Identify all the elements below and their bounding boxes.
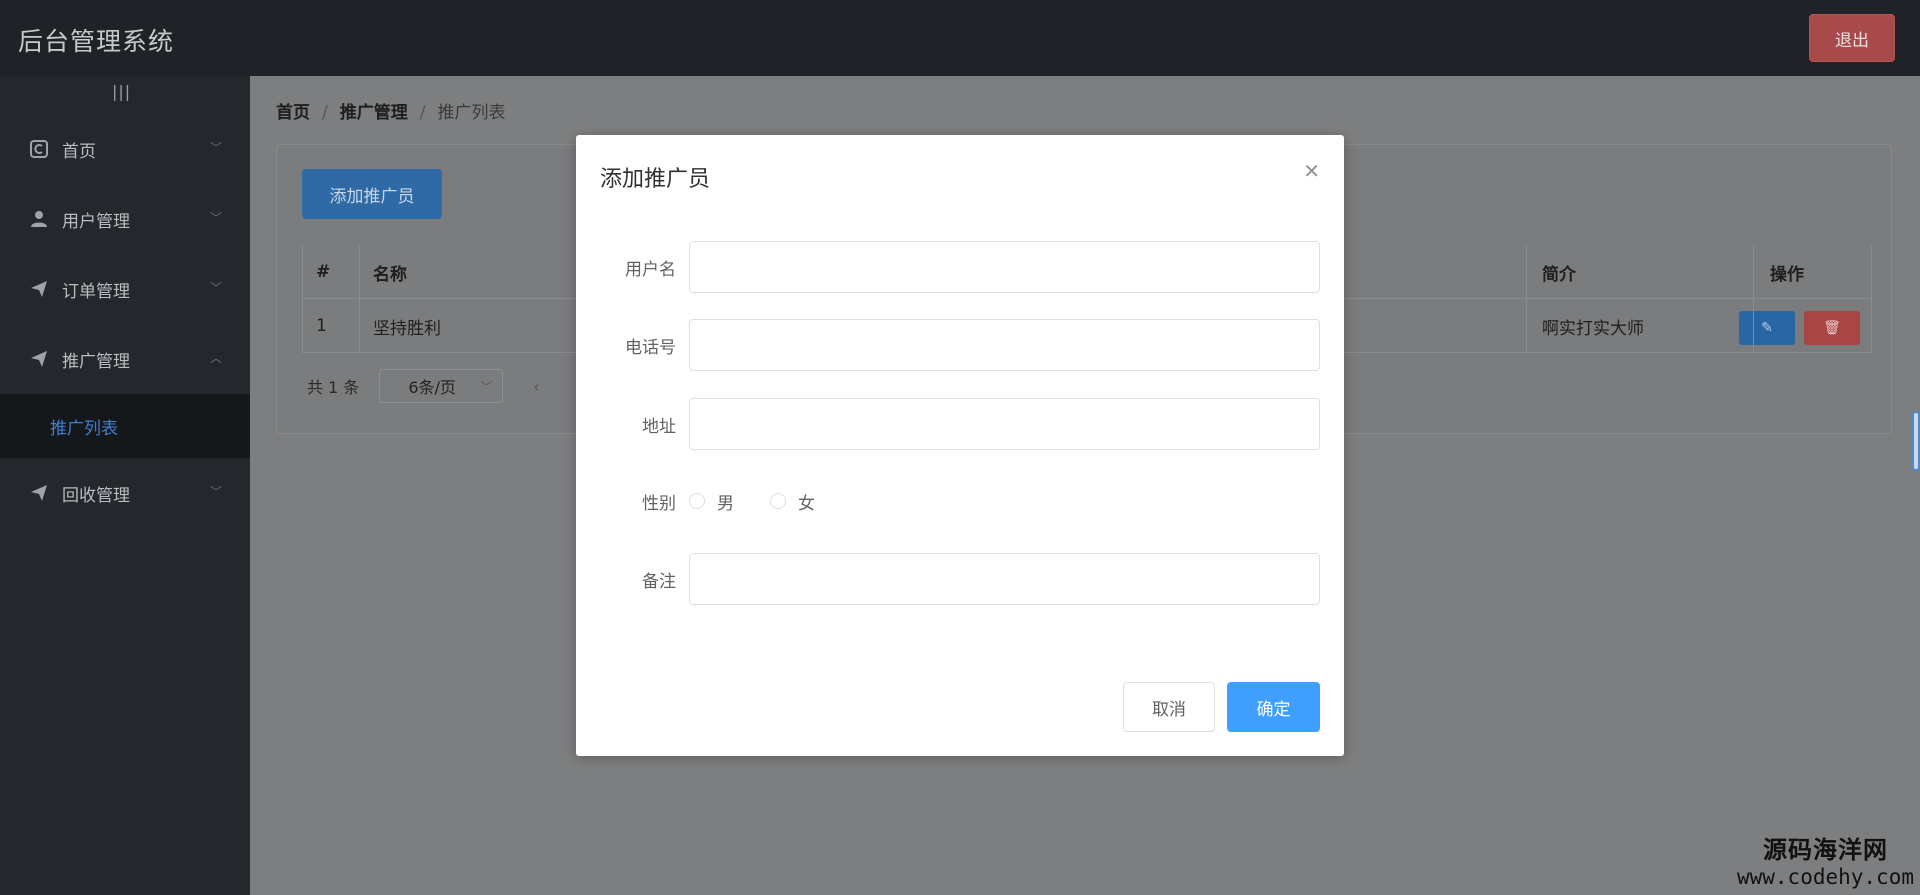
radio-circle	[770, 493, 786, 509]
sidebar-item-label: 推广管理	[62, 351, 130, 372]
remark-label: 备注	[642, 571, 676, 592]
username-label: 用户名	[625, 259, 676, 280]
username-input[interactable]	[689, 241, 1320, 293]
logout-button[interactable]: 退出	[1809, 14, 1895, 62]
radio-label: 女	[798, 493, 815, 514]
table-divider	[359, 245, 360, 353]
page-size-select[interactable]: 6条/页 ﹀	[379, 369, 504, 403]
cell-name: 坚持胜利	[373, 318, 441, 339]
watermark-text: 源码海洋网	[1762, 836, 1888, 864]
chevron-down-icon: ﹀	[209, 141, 222, 155]
edit-icon: ✎	[1761, 320, 1773, 336]
sidebar-item-home[interactable]: 首页 ﹀	[0, 114, 250, 184]
form-row-remark: 备注	[576, 553, 1344, 605]
radio-label: 男	[717, 493, 734, 514]
table-divider	[1753, 245, 1754, 353]
breadcrumb: 首页 / 推广管理 / 推广列表	[276, 98, 505, 123]
breadcrumb-current: 推广列表	[437, 103, 506, 123]
table-divider	[1526, 245, 1527, 353]
column-header-name: 名称	[373, 264, 407, 285]
radio-circle	[689, 493, 705, 509]
sidebar-item-label: 订单管理	[62, 281, 130, 302]
trash-icon: 🗑	[1823, 320, 1841, 336]
cancel-button[interactable]: 取消	[1123, 682, 1215, 732]
sidebar: ||| 首页 ﹀ 用户管理 ﹀ 订单管理 ﹀ 推广管理 ︿ 推广列表 回收管理 …	[0, 76, 250, 895]
collapse-toggle-icon[interactable]: |||	[112, 82, 131, 101]
sidebar-subitem-promotion-list[interactable]: 推广列表	[0, 394, 250, 458]
remark-input[interactable]	[689, 553, 1320, 605]
gender-label: 性别	[642, 493, 676, 514]
chevron-down-icon: ﹀	[209, 281, 222, 295]
dialog-title: 添加推广员	[600, 167, 711, 192]
page-size-value: 6条/页	[408, 378, 456, 397]
pagination-total: 共 1 条	[307, 378, 360, 397]
breadcrumb-home[interactable]: 首页	[276, 103, 310, 123]
phone-input[interactable]	[689, 319, 1320, 371]
column-header-index: #	[316, 262, 331, 282]
cell-intro: 啊实打实大师	[1542, 318, 1644, 339]
sidebar-menu: 首页 ﹀ 用户管理 ﹀ 订单管理 ﹀ 推广管理 ︿ 推广列表 回收管理 ﹀	[0, 114, 250, 528]
sidebar-item-label: 首页	[62, 141, 96, 162]
gender-radio-female[interactable]: 女	[770, 489, 815, 514]
breadcrumb-separator: /	[322, 103, 328, 123]
sidebar-item-recycle[interactable]: 回收管理 ﹀	[0, 458, 250, 528]
address-label: 地址	[642, 416, 676, 437]
pagination: 共 1 条 6条/页 ﹀ ‹	[307, 369, 540, 403]
breadcrumb-section[interactable]: 推广管理	[340, 103, 408, 123]
sidebar-item-label: 回收管理	[62, 485, 130, 506]
sidebar-item-label: 用户管理	[62, 211, 130, 232]
gender-radio-group: 男 女	[689, 475, 851, 527]
send-icon	[28, 482, 50, 504]
sidebar-item-users[interactable]: 用户管理 ﹀	[0, 184, 250, 254]
column-header-actions: 操作	[1770, 264, 1804, 285]
sidebar-item-orders[interactable]: 订单管理 ﹀	[0, 254, 250, 324]
dashboard-icon	[28, 138, 50, 160]
chevron-down-icon: ﹀	[209, 485, 222, 499]
edit-button[interactable]: ✎	[1739, 311, 1795, 345]
add-promoter-button[interactable]: 添加推广员	[302, 169, 442, 219]
column-header-intro: 简介	[1542, 264, 1576, 285]
breadcrumb-separator: /	[419, 103, 426, 123]
gender-radio-male[interactable]: 男	[689, 489, 734, 514]
scrollbar-thumb[interactable]	[1912, 411, 1920, 471]
form-row-username: 用户名	[576, 241, 1344, 293]
close-icon[interactable]: ✕	[1303, 159, 1320, 183]
phone-label: 电话号	[625, 337, 676, 358]
watermark-url: www.codehy.com	[1736, 865, 1914, 889]
app-title: 后台管理系统	[18, 27, 175, 56]
cell-index: 1	[316, 316, 327, 336]
table-divider	[1871, 245, 1872, 353]
table-divider	[302, 245, 303, 353]
sidebar-item-promotion[interactable]: 推广管理 ︿	[0, 324, 250, 394]
delete-button[interactable]: 🗑	[1804, 311, 1860, 345]
top-header: 后台管理系统 退出	[0, 0, 1920, 76]
add-promoter-dialog: 添加推广员 ✕ 用户名 电话号 地址 性别 男 女 备注 取消 确定	[576, 135, 1344, 756]
send-icon	[28, 278, 50, 300]
chevron-down-icon: ﹀	[209, 211, 222, 225]
send-icon	[28, 348, 50, 370]
confirm-button[interactable]: 确定	[1227, 682, 1320, 732]
form-row-address: 地址	[576, 398, 1344, 450]
chevron-up-icon: ︿	[209, 351, 222, 365]
form-row-phone: 电话号	[576, 319, 1344, 371]
chevron-down-icon: ﹀	[480, 380, 493, 394]
address-input[interactable]	[689, 398, 1320, 450]
prev-page-button[interactable]: ‹	[533, 377, 539, 396]
form-row-gender: 性别 男 女	[576, 475, 1344, 527]
user-icon	[28, 208, 50, 230]
watermark: 源码海洋网 www.codehy.com	[1737, 830, 1914, 889]
